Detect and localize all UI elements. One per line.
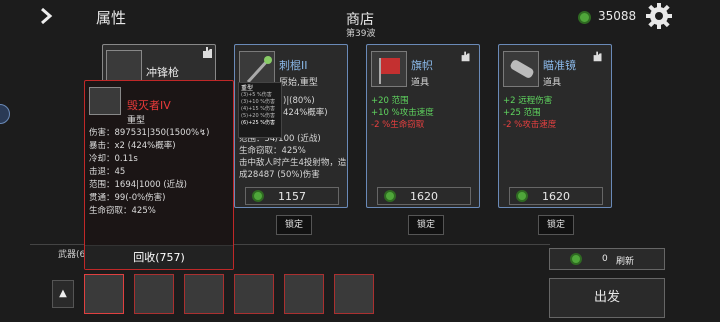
stat-line: 冷却：0.11s	[89, 154, 138, 164]
weapons-label: 武器(6	[58, 250, 86, 260]
card-2-type: 原始,重型	[279, 78, 318, 88]
buy-button[interactable]: 1620	[377, 187, 471, 205]
refresh-cost: 0	[602, 254, 608, 264]
weapon-slot[interactable]	[334, 274, 374, 314]
destroyer-weapon-icon	[89, 87, 121, 115]
buy-button[interactable]: 1620	[509, 187, 603, 205]
side-handle[interactable]	[0, 104, 10, 124]
lock-button[interactable]: 锁定	[276, 215, 312, 235]
card-1-name: 冲锋枪	[146, 66, 179, 79]
lock-hand-icon[interactable]	[591, 49, 605, 63]
weapon-slot[interactable]	[134, 274, 174, 314]
stat-line: )|(80%)	[283, 96, 315, 106]
stat-line: -2 %生命窃取	[371, 120, 425, 130]
price-label: 1157	[278, 190, 306, 203]
lock-hand-icon[interactable]	[200, 44, 216, 60]
card-2-name: 刺棍II	[279, 59, 308, 72]
lock-hand-icon[interactable]	[459, 49, 473, 63]
stat-line: +10 %攻击速度	[371, 108, 434, 118]
card-4-name: 瞄准镜	[543, 59, 576, 72]
tooltip-line: (3)+5 %伤害	[241, 92, 272, 98]
stat-line: 贯通：99(-0%伤害)	[89, 193, 166, 203]
shop-card-4[interactable]: 瞄准镜 道具 +2 远程伤害 +25 范围 -2 %攻击速度 1620	[498, 44, 612, 208]
tooltip-line: (5)+20 %伤害	[241, 113, 275, 119]
refresh-button[interactable]: 0 刷新	[549, 248, 665, 270]
price-label: 1620	[542, 190, 570, 203]
weapon-stats: 伤害：897531|350(1500%↯) 暴击：x2 (424%概率) 冷却：…	[89, 127, 210, 218]
flag-icon	[371, 51, 407, 87]
weapon-name: 毁灭者IV	[127, 99, 171, 112]
stat-line: 暴击：x2 (424%概率)	[89, 141, 176, 151]
weapon-detail-popup: 毁灭者IV 重型 伤害：897531|350(1500%↯) 暴击：x2 (42…	[84, 80, 234, 270]
shop-card-3[interactable]: 旗帜 道具 +20 范围 +10 %攻击速度 -2 %生命窃取 1620	[366, 44, 480, 208]
stat-line: +25 范围	[503, 108, 541, 118]
buy-button[interactable]: 1157	[245, 187, 339, 205]
stat-line: +2 远程伤害	[503, 96, 553, 106]
lock-button[interactable]: 锁定	[538, 215, 574, 235]
price-label: 1620	[410, 190, 438, 203]
stat-line: 击中敌人时产生4投射物，造	[239, 158, 347, 168]
tooltip-line: (3)+10 %伤害	[241, 99, 275, 105]
back-arrow-icon[interactable]	[36, 6, 56, 26]
stat-line: 生命窃取：425%	[89, 206, 156, 216]
recycle-button[interactable]: 回收(757)	[85, 245, 233, 269]
tooltip-line: (4)+15 %伤害	[241, 106, 275, 112]
stat-line: 击退：45	[89, 167, 126, 177]
weapon-slot[interactable]	[184, 274, 224, 314]
coin-icon	[570, 253, 582, 265]
lock-button[interactable]: 锁定	[408, 215, 444, 235]
wave-number: 第39波	[346, 29, 376, 39]
card-4-stats: +2 远程伤害 +25 范围 -2 %攻击速度	[503, 95, 556, 131]
coin-icon	[578, 11, 591, 24]
start-button[interactable]: 出发	[549, 278, 665, 318]
stat-line: +20 范围	[371, 96, 409, 106]
weapon-slot[interactable]	[234, 274, 274, 314]
weapon-slot[interactable]	[84, 274, 124, 314]
card-3-name: 旗帜	[411, 59, 433, 72]
refresh-label: 刷新	[616, 257, 635, 267]
stat-line: -2 %攻击速度	[503, 120, 557, 130]
stat-line: 生命窃取：425%	[239, 146, 306, 156]
stat-line: 424%概率)	[283, 108, 328, 118]
stat-line: 范围：1694|1000 (近战)	[89, 180, 187, 190]
weapon-slot[interactable]	[284, 274, 324, 314]
tooltip-line: (6)+25 %伤害	[241, 120, 275, 126]
card-3-type: 道具	[411, 78, 430, 88]
stat-line: 成28487 (50%)伤害	[239, 170, 320, 180]
card-4-type: 道具	[543, 78, 562, 88]
money-amount: 35088	[598, 9, 637, 23]
stat-line: 伤害：897531|350(1500%↯)	[89, 128, 210, 138]
weapon-type: 重型	[127, 116, 146, 126]
set-bonus-tooltip: 重型 (3)+5 %伤害 (3)+10 %伤害 (4)+15 %伤害 (5)+2…	[238, 82, 282, 138]
scope-icon	[503, 51, 539, 87]
scroll-up-button[interactable]: ▲	[52, 280, 74, 308]
tooltip-title: 重型	[241, 85, 254, 92]
attributes-tab[interactable]: 属性	[96, 7, 126, 28]
card-3-stats: +20 范围 +10 %攻击速度 -2 %生命窃取	[371, 95, 434, 131]
gear-icon[interactable]	[646, 3, 672, 29]
